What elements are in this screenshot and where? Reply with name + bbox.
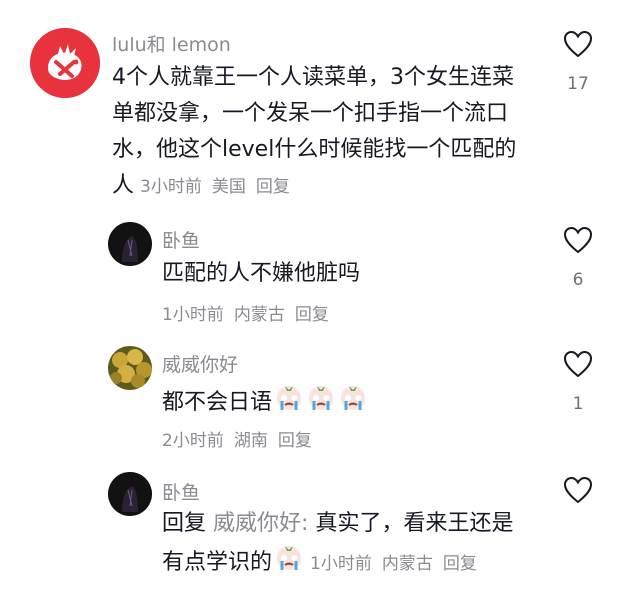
like-button[interactable] — [558, 476, 598, 504]
username[interactable]: 威威你好 — [162, 350, 238, 377]
heart-outline-icon[interactable] — [563, 350, 593, 378]
username[interactable]: 卧鱼 — [162, 478, 200, 505]
like-button[interactable]: 6 — [558, 226, 598, 290]
comment-meta: 2小时前 湖南 回复 — [162, 426, 322, 451]
reply-button[interactable]: 回复 — [256, 177, 290, 197]
reply-to-mention[interactable]: 威威你好: — [213, 511, 308, 536]
avatar[interactable] — [30, 28, 100, 98]
chicken-logo-icon — [30, 28, 100, 98]
crying-face-emoji — [338, 382, 368, 424]
comment-text-line: 有点学识的 1小时前 内蒙古 回复 — [162, 542, 552, 584]
crying-face-emoji — [306, 382, 336, 424]
like-button[interactable]: 17 — [558, 30, 598, 94]
comment-text: 4个人就靠王一个人读菜单，3个女生连菜 单都没拿，一个发呆一个扣手指一个流口 水… — [112, 60, 552, 205]
like-count: 6 — [572, 270, 584, 290]
reply-button[interactable]: 回复 — [295, 305, 329, 325]
comment-text-body: 都不会日语 — [162, 390, 273, 415]
avatar[interactable] — [108, 222, 152, 266]
avatar[interactable] — [108, 346, 152, 390]
crying-face-emoji — [274, 542, 304, 584]
comment-text-line: 单都没拿，一个发呆一个扣手指一个流口 — [112, 101, 509, 126]
comment-text: 匹配的人不嫌他脏吗 — [162, 261, 361, 286]
timestamp: 1小时前 — [162, 305, 224, 325]
timestamp: 1小时前 — [310, 554, 372, 574]
heart-outline-icon[interactable] — [563, 226, 593, 254]
reply-button[interactable]: 回复 — [443, 554, 477, 574]
reply-prefix: 回复 — [162, 511, 207, 536]
username[interactable]: lulu和 lemon — [112, 30, 231, 57]
comment-meta: 1小时前 内蒙古 回复 — [310, 554, 487, 574]
location: 内蒙古 — [381, 554, 433, 574]
reply-button[interactable]: 回复 — [278, 431, 312, 451]
heart-outline-icon[interactable] — [563, 30, 593, 58]
comment-text-body: 真实了，看来王还是 — [315, 511, 514, 536]
comment-text-line: 回复 威威你好: 真实了，看来王还是 — [162, 506, 552, 542]
like-button[interactable]: 1 — [558, 350, 598, 414]
dark-portrait-icon — [108, 472, 152, 516]
timestamp: 3小时前 — [140, 177, 202, 197]
comment-text: 都不会日语 — [162, 382, 368, 424]
comment-meta: 1小时前 内蒙古 回复 — [162, 300, 339, 325]
comment-text-line: 人 3小时前 美国 回复 — [112, 168, 552, 205]
comment-meta: 3小时前 美国 回复 — [140, 177, 300, 197]
like-count: 1 — [572, 394, 584, 414]
timestamp: 2小时前 — [162, 431, 224, 451]
location: 内蒙古 — [233, 305, 285, 325]
comment-text-body: 有点学识的 — [162, 550, 273, 575]
comment-text: 回复 威威你好: 真实了，看来王还是 有点学识的 1小时前 内蒙古 回复 — [162, 506, 552, 584]
fruit-photo-icon — [108, 346, 152, 390]
crying-face-emoji — [274, 382, 304, 424]
comment-text-tail: 人 — [112, 173, 135, 198]
username[interactable]: 卧鱼 — [162, 226, 200, 253]
location: 湖南 — [233, 431, 268, 451]
comment-text-line: 4个人就靠王一个人读菜单，3个女生连菜 — [112, 65, 514, 90]
location: 美国 — [211, 177, 246, 197]
heart-outline-icon[interactable] — [563, 476, 593, 504]
avatar[interactable] — [108, 472, 152, 516]
comment-text-line: 水，他这个level什么时候能找一个匹配的 — [112, 137, 517, 162]
dark-portrait-icon — [108, 222, 152, 266]
like-count: 17 — [567, 74, 589, 94]
